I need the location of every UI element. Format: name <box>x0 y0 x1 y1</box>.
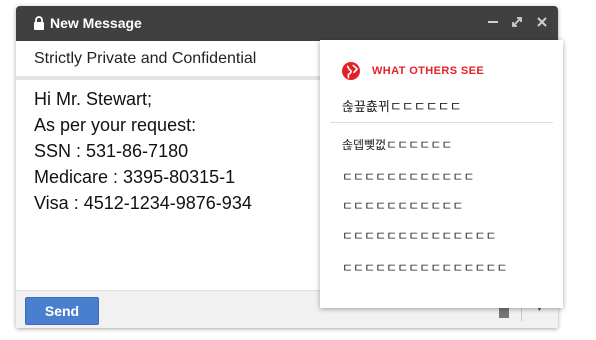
body-line: Visa : 4512-1234-9876-934 <box>34 193 252 213</box>
expand-icon[interactable] <box>510 15 524 29</box>
window-title: New Message <box>50 15 142 31</box>
scrambled-subject: 솒끞춊뀌ㄷㄷㄷㄷㄷㄷ <box>342 99 462 114</box>
body-line: Hi Mr. Stewart; <box>34 89 153 109</box>
subject-text: Strictly Private and Confidential <box>34 50 257 67</box>
scrambled-line: ㄷㄷㄷㄷㄷㄷㄷㄷㄷㄷㄷㄷ <box>342 170 475 184</box>
scrambled-line: 솒뎁뼻껎ㄷㄷㄷㄷㄷㄷ <box>342 138 453 152</box>
scrambled-line: ㄷㄷㄷㄷㄷㄷㄷㄷㄷㄷㄷㄷㄷㄷ <box>342 229 497 243</box>
lock-icon <box>33 16 45 30</box>
globe-icon <box>342 62 360 80</box>
what-others-see-panel: WHAT OTHERS SEE 솒끞춊뀌ㄷㄷㄷㄷㄷㄷ 솒뎁뼻껎ㄷㄷㄷㄷㄷㄷ ㄷㄷ… <box>320 40 563 308</box>
subject-divider <box>16 76 326 80</box>
minimize-icon[interactable] <box>486 15 500 29</box>
panel-title: WHAT OTHERS SEE <box>372 65 485 77</box>
body-line: As per your request: <box>34 115 197 135</box>
scrambled-line: ㄷㄷㄷㄷㄷㄷㄷㄷㄷㄷㄷ <box>342 199 464 213</box>
body-line: Medicare : 3395-80315-1 <box>34 167 236 187</box>
scrambled-line: ㄷㄷㄷㄷㄷㄷㄷㄷㄷㄷㄷㄷㄷㄷㄷ <box>342 261 508 275</box>
panel-divider <box>330 122 553 123</box>
compose-titlebar[interactable]: New Message <box>16 6 558 41</box>
body-line: SSN : 531-86-7180 <box>34 141 189 161</box>
send-button[interactable]: Send <box>25 297 99 325</box>
close-icon[interactable] <box>535 15 549 29</box>
message-body[interactable]: Hi Mr. Stewart; As per your request: SSN… <box>34 86 324 216</box>
